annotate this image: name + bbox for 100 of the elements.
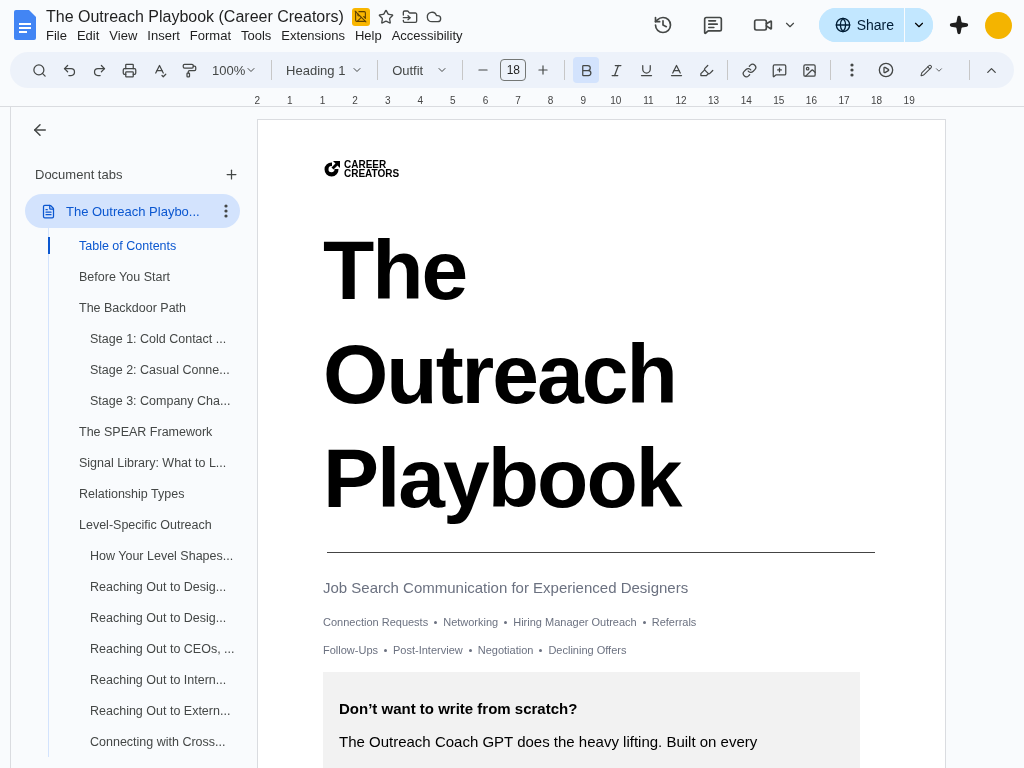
globe-icon <box>834 17 851 33</box>
back-icon <box>31 121 49 139</box>
outline-item[interactable]: Signal Library: What to L... <box>48 447 257 478</box>
menu-item[interactable]: View <box>109 27 138 43</box>
back-button[interactable] <box>31 121 49 139</box>
docs-logo-icon[interactable] <box>14 10 36 40</box>
menu-item[interactable]: Tools <box>241 27 272 43</box>
text-color-icon <box>668 62 684 78</box>
font-size-field[interactable]: 18 <box>500 59 527 81</box>
printer-icon <box>121 62 137 78</box>
ruler-number: 1 <box>318 95 327 106</box>
highlighter-icon <box>698 62 714 78</box>
ruler-number: 17 <box>837 95 851 106</box>
topic-tag: Declining Offers <box>548 644 627 656</box>
outline-item[interactable]: Reaching Out to Intern... <box>48 664 257 695</box>
ruler-number: 14 <box>739 95 753 106</box>
separator-dot <box>539 648 543 652</box>
ruler-number: 13 <box>707 95 721 106</box>
ruler-number: 19 <box>902 95 916 106</box>
image-icon <box>801 62 817 78</box>
sparkle-icon[interactable] <box>949 15 969 35</box>
font-select[interactable]: Outfit <box>386 57 454 83</box>
outline-item[interactable]: How Your Level Shapes... <box>48 540 257 571</box>
topic-tag: Follow-Ups <box>323 644 378 656</box>
ruler-number: 1 <box>286 95 294 106</box>
outline-item[interactable]: Reaching Out to Desig... <box>48 602 257 633</box>
outline-item[interactable]: The SPEAR Framework <box>48 416 257 447</box>
document-title[interactable]: The Outreach Playbook (Career Creators) <box>46 7 344 26</box>
topic-tag: Referrals <box>651 616 697 628</box>
no-image-icon[interactable] <box>351 7 370 26</box>
bold-button[interactable] <box>573 57 600 83</box>
underline-icon <box>638 62 654 78</box>
topic-tag: Hiring Manager Outreach <box>513 616 637 628</box>
topic-tag: Post-Interview <box>393 644 463 656</box>
tab-label: The Outreach Playbo... <box>66 203 201 219</box>
separator-dot <box>504 620 508 624</box>
logo-icon <box>323 160 340 178</box>
ruler-number: 10 <box>609 95 623 106</box>
outline-item[interactable]: Level-Specific Outreach <box>48 509 257 540</box>
outline-item[interactable]: Reaching Out to CEOs, ... <box>48 633 257 664</box>
paint-roller-icon <box>181 62 197 78</box>
menu-item[interactable]: Extensions <box>281 27 345 43</box>
share-button[interactable]: Share <box>818 8 905 42</box>
menu-item[interactable]: Help <box>354 27 382 43</box>
ruler-number: 7 <box>514 95 522 106</box>
plus-icon <box>224 167 239 182</box>
logo-text: CAREER CREATORS <box>344 160 400 178</box>
ruler-number: 8 <box>546 95 555 106</box>
outline-item[interactable]: Stage 2: Casual Conne... <box>48 354 257 385</box>
outline-item[interactable]: Connecting with Cross... <box>48 726 257 757</box>
separator-dot <box>434 620 438 624</box>
menu-item[interactable]: Insert <box>147 27 180 43</box>
topic-tag: Connection Requests <box>323 616 429 628</box>
menu-item[interactable]: File <box>46 27 67 43</box>
ruler-number: 2 <box>253 95 262 106</box>
outline-item[interactable]: Reaching Out to Extern... <box>48 695 257 726</box>
outline-item[interactable]: Relationship Types <box>48 478 257 509</box>
redo-icon <box>91 62 107 78</box>
ruler-number: 6 <box>481 95 490 106</box>
ruler-number: 3 <box>383 95 392 106</box>
plus-icon <box>536 63 551 77</box>
menu-item[interactable]: Format <box>189 27 231 43</box>
undo-icon <box>61 62 77 78</box>
separator-dot <box>468 648 472 652</box>
ruler-number: 15 <box>772 95 786 106</box>
topic-tag: Networking <box>443 616 499 628</box>
sidebar-heading: Document tabs <box>35 167 123 182</box>
separator-dot <box>642 620 646 624</box>
star-icon[interactable] <box>377 8 394 25</box>
history-icon[interactable] <box>652 15 673 35</box>
search-icon <box>31 62 47 78</box>
menu-item[interactable]: Accessibility <box>391 27 463 43</box>
document-title-heading: The Outreach Playbook <box>323 222 683 527</box>
document-icon <box>41 203 56 219</box>
link-icon <box>741 62 757 78</box>
folder-icon[interactable] <box>401 8 418 25</box>
callout-heading: Don’t want to write from scratch? <box>339 700 579 717</box>
topic-tag: Negotiation <box>477 644 534 656</box>
add-tab-button[interactable] <box>224 167 239 182</box>
callout-text: The Outreach Coach GPT does the heavy lifting. Built on every <box>339 733 759 750</box>
subtitle: Job Search Communication for Experienced Designers <box>323 579 690 596</box>
menu-item[interactable]: Edit <box>76 27 100 43</box>
outline-item[interactable]: Reaching Out to Desig... <box>48 571 257 602</box>
ruler-number: 11 <box>642 95 655 106</box>
outline-item[interactable]: Before You Start <box>48 261 257 292</box>
comment-icon[interactable] <box>702 15 723 35</box>
outline-item[interactable]: Stage 3: Company Cha... <box>48 385 257 416</box>
outline-item[interactable]: The Backdoor Path <box>48 292 257 323</box>
style-select[interactable]: Heading 1 <box>280 57 370 83</box>
ruler-number: 16 <box>804 95 818 106</box>
italic-icon <box>608 62 624 78</box>
document-tab[interactable]: The Outreach Playbo... <box>25 194 240 228</box>
outline-item[interactable]: Stage 1: Cold Contact ... <box>48 323 257 354</box>
zoom-select[interactable]: 100% <box>206 57 264 83</box>
ruler-number: 2 <box>351 95 359 106</box>
pencil-icon <box>919 62 933 78</box>
ruler-number: 4 <box>416 95 425 106</box>
more-icon <box>224 204 228 218</box>
more-icon <box>849 63 854 77</box>
separator-dot <box>384 648 387 652</box>
